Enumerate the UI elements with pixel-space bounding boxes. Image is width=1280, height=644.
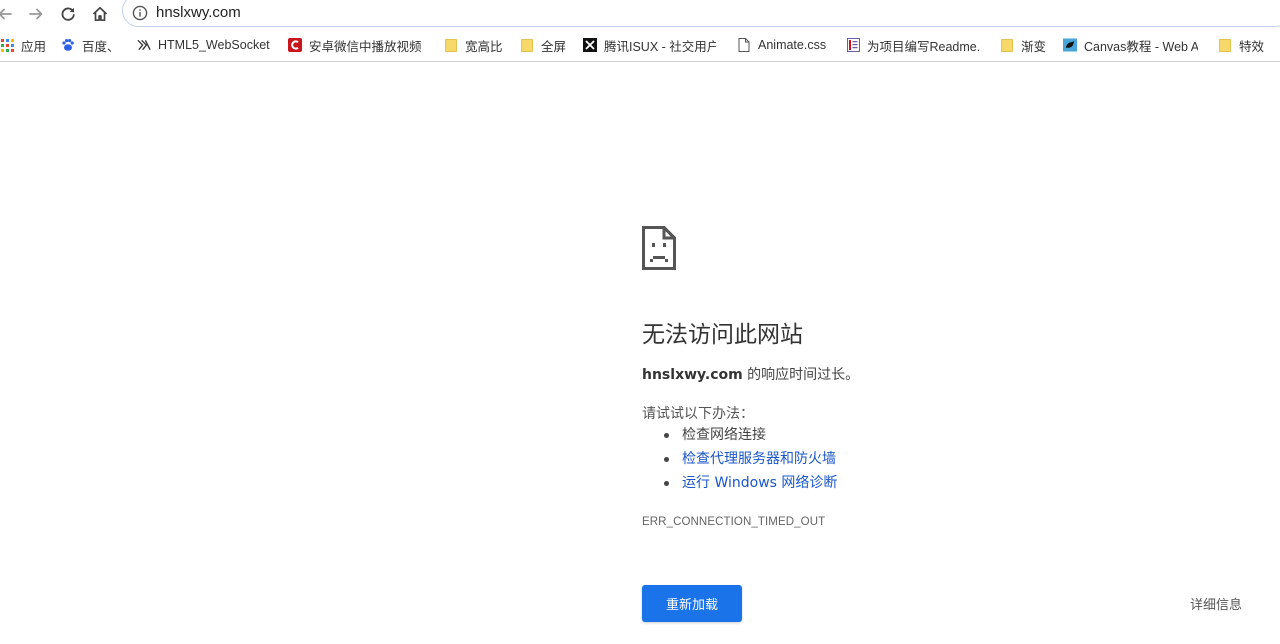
suggestion-item: 检查代理服务器和防火墙 bbox=[664, 450, 837, 474]
mdn-icon bbox=[1063, 38, 1077, 52]
folder-icon bbox=[1000, 38, 1014, 52]
bookmark-baidu[interactable]: 百度、 bbox=[61, 36, 120, 54]
back-button[interactable] bbox=[0, 3, 16, 25]
error-title: 无法访问此网站 bbox=[642, 321, 803, 347]
bookmark-folder-fullscreen[interactable]: 全屏 bbox=[520, 36, 566, 54]
forward-button[interactable] bbox=[25, 3, 47, 25]
bookmark-csdn[interactable]: 安卓微信中播放视频 bbox=[288, 36, 421, 54]
bookmark-label: Canvas教程 - Web A bbox=[1084, 39, 1198, 54]
bookmark-label: 宽高比 bbox=[465, 39, 503, 54]
forward-arrow-icon bbox=[29, 8, 43, 20]
url-text: hnslxwy.com bbox=[156, 4, 241, 21]
suggestion-item: 检查网络连接 bbox=[664, 426, 837, 450]
home-button[interactable] bbox=[89, 3, 111, 25]
reload-button[interactable] bbox=[57, 3, 79, 25]
home-icon bbox=[92, 6, 108, 22]
folder-icon bbox=[520, 38, 534, 52]
bookmark-websocket[interactable]: HTML5_WebSocket bbox=[137, 36, 270, 54]
suggestion-check-proxy-link[interactable]: 检查代理服务器和防火墙 bbox=[682, 451, 836, 467]
reload-page-button[interactable]: 重新加载 bbox=[642, 585, 742, 622]
baidu-paw-icon bbox=[61, 38, 75, 52]
error-summary-text: 的响应时间过长。 bbox=[742, 367, 860, 383]
suggestions-heading: 请试试以下办法： bbox=[642, 406, 754, 422]
bookmark-label: 渐变 bbox=[1021, 39, 1047, 54]
browser-toolbar: hnslxwy.com bbox=[0, 0, 1280, 28]
book-icon bbox=[846, 38, 860, 52]
bookmark-canvas-mdn[interactable]: Canvas教程 - Web A bbox=[1063, 36, 1198, 54]
bookmark-folder-aspect[interactable]: 宽高比 bbox=[444, 36, 503, 54]
bookmarks-bar: 应用 百度、 HTML5_WebSocket 安卓微信中播放视频 宽高比 全屏 … bbox=[0, 29, 1280, 62]
bookmark-readme[interactable]: 为项目编写Readme. bbox=[846, 36, 980, 54]
details-button[interactable]: 详细信息 bbox=[1176, 585, 1256, 622]
error-domain: hnslxwy.com bbox=[642, 367, 743, 383]
bookmark-label: 百度、 bbox=[82, 39, 120, 54]
bookmark-animate-css[interactable]: Animate.css bbox=[737, 36, 826, 54]
suggestion-item: 运行 Windows 网络诊断 bbox=[664, 474, 837, 498]
suggestion-check-network: 检查网络连接 bbox=[682, 427, 766, 443]
bookmark-label: 全屏 bbox=[541, 39, 567, 54]
back-arrow-icon bbox=[0, 8, 12, 20]
address-bar[interactable]: hnslxwy.com bbox=[122, 0, 1280, 27]
bookmark-label: Animate.css bbox=[758, 38, 827, 52]
error-code: ERR_CONNECTION_TIMED_OUT bbox=[642, 516, 826, 528]
sad-page-icon bbox=[642, 226, 676, 274]
info-circle-icon[interactable] bbox=[132, 5, 148, 25]
error-summary: hnslxwy.com 的响应时间过长。 bbox=[642, 364, 859, 384]
bookmark-apps[interactable]: 应用 bbox=[0, 36, 46, 54]
folder-icon bbox=[444, 38, 458, 52]
bookmark-label: 腾讯ISUX - 社交用户 bbox=[604, 39, 716, 54]
suggestion-run-diagnostics-link[interactable]: 运行 Windows 网络诊断 bbox=[682, 475, 837, 491]
bookmark-folder-effects[interactable]: 特效 bbox=[1218, 36, 1264, 54]
bookmark-isux[interactable]: 腾讯ISUX - 社交用户 bbox=[583, 36, 716, 54]
bookmark-folder-gradient[interactable]: 渐变 bbox=[1000, 36, 1046, 54]
page-icon bbox=[737, 38, 751, 52]
bookmark-label: 应用 bbox=[21, 39, 47, 54]
suggestions-list: 检查网络连接 检查代理服务器和防火墙 运行 Windows 网络诊断 bbox=[664, 426, 837, 498]
isux-icon bbox=[583, 38, 597, 52]
websocket-icon bbox=[137, 38, 151, 52]
bookmark-label: 为项目编写Readme. bbox=[867, 39, 980, 54]
csdn-icon bbox=[288, 38, 302, 52]
folder-icon bbox=[1218, 38, 1232, 52]
bookmark-label: 特效 bbox=[1239, 39, 1265, 54]
bookmark-label: HTML5_WebSocket bbox=[158, 38, 270, 52]
apps-grid-icon bbox=[0, 38, 14, 52]
bookmark-label: 安卓微信中播放视频 bbox=[309, 39, 421, 54]
reload-icon bbox=[61, 7, 75, 21]
